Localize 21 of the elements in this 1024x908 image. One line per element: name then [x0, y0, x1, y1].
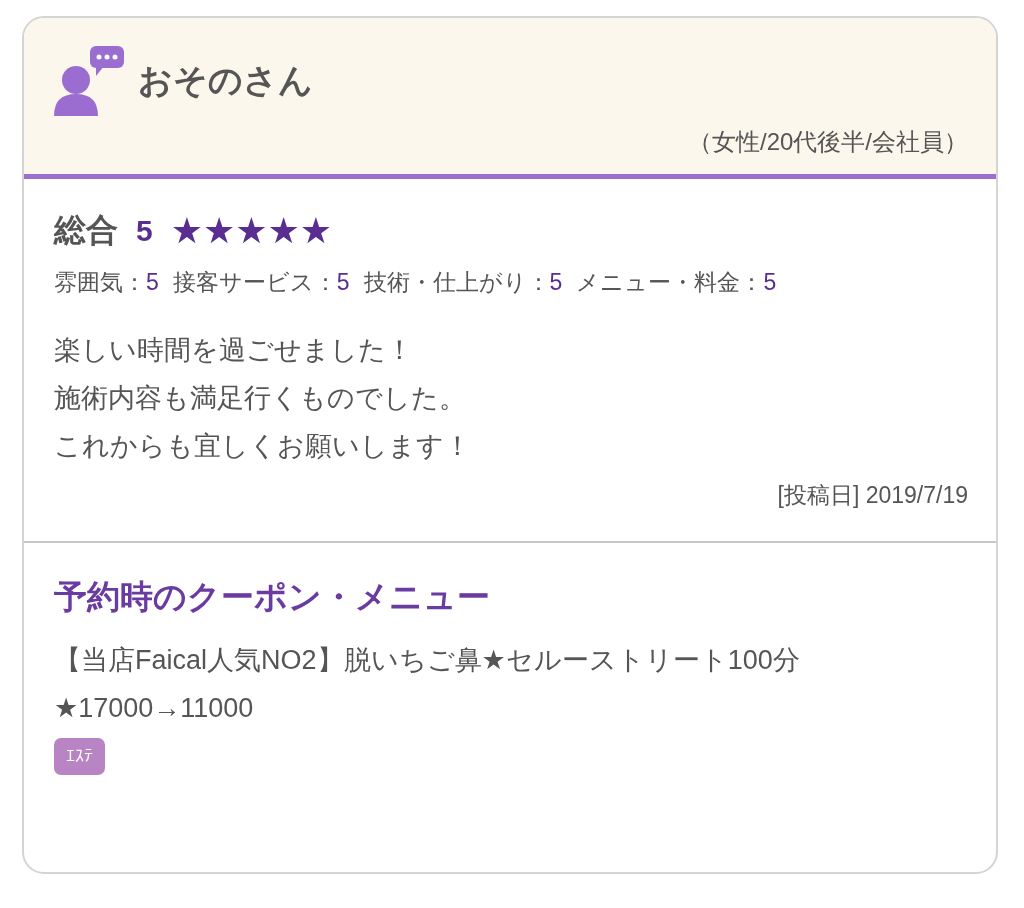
user-chat-icon: [52, 44, 126, 118]
star-icon: ★: [299, 213, 333, 249]
coupon-heading: 予約時のクーポン・メニュー: [54, 577, 490, 617]
reviewer-name: おそのさん: [138, 60, 313, 101]
category-tag: ｴｽﾃ: [54, 738, 105, 775]
coupon-text: 【当店Faical人気NO2】脱いちご鼻★セルーストリート100分★17000→11000: [54, 644, 801, 725]
comment-line: 楽しい時間を過ごせました！: [54, 334, 414, 367]
rating-item: 接客サービス：5: [172, 268, 350, 297]
overall-score: 5: [136, 214, 153, 248]
star-icon: ★: [170, 213, 203, 249]
overall-label: 総合: [54, 211, 118, 250]
rating-item: 技術・仕上がり：5: [363, 268, 563, 297]
reviewer-profile: （女性/20代後半/会社員）: [687, 127, 968, 157]
comment-line: 施術内容も満足行くものでした。: [54, 382, 467, 415]
star-icon: ★: [202, 213, 236, 249]
star-icon: ★: [235, 213, 268, 249]
rating-item: メニュー・料金：5: [576, 268, 777, 297]
rating-item: 雰囲気：5: [54, 268, 159, 297]
post-date: [投稿日] 2019/7/19: [777, 481, 968, 510]
star-icon: ★: [267, 213, 300, 249]
comment-line: これからも宜しくお願いします！: [54, 430, 472, 463]
